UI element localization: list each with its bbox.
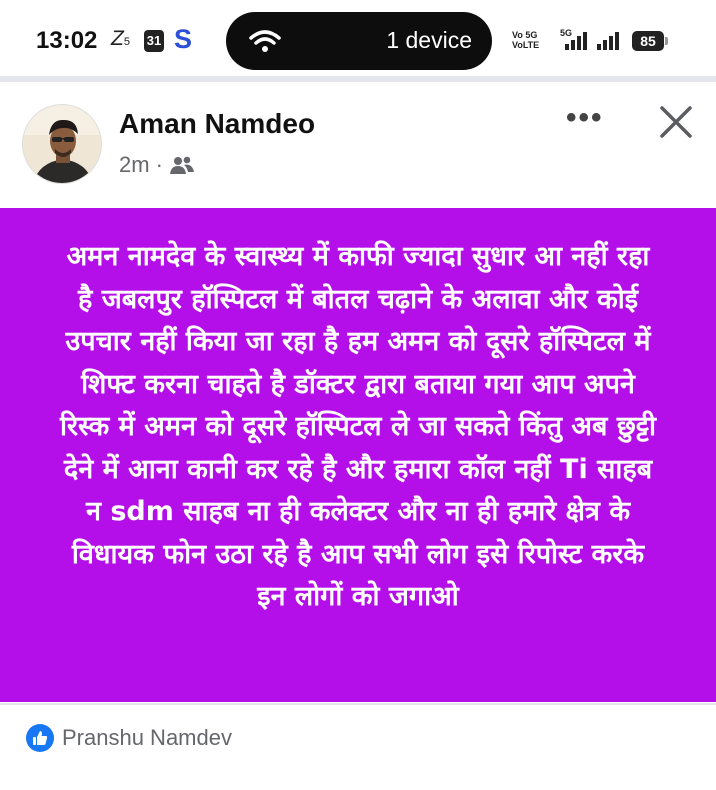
battery-icon: 85 xyxy=(632,31,664,51)
status-time: 13:02 xyxy=(36,27,98,54)
like-icon xyxy=(26,724,54,752)
reaction-user-name: Pranshu Namdev xyxy=(62,725,232,750)
post-divider xyxy=(0,703,716,705)
dynamic-island[interactable]: 1 device xyxy=(226,12,492,70)
reactions-summary[interactable]: Pranshu Namdev xyxy=(26,724,232,752)
battery-tip xyxy=(665,37,668,45)
post-meta: 2m · xyxy=(119,152,195,178)
friends-icon[interactable] xyxy=(169,155,195,175)
more-options-button[interactable]: ••• xyxy=(566,103,604,133)
author-name[interactable]: Aman Namdeo xyxy=(119,108,315,140)
avatar-photo xyxy=(23,105,101,183)
header-divider xyxy=(0,76,716,82)
z-app-icon: Z5 xyxy=(111,27,130,50)
device-count: 1 device xyxy=(386,27,472,53)
signal-icon-1 xyxy=(565,32,587,50)
hotspot-icon xyxy=(249,30,281,52)
calendar-icon: 31 xyxy=(144,30,164,52)
post-body-text: अमन नामदेव के स्वास्थ्य में काफी ज्यादा … xyxy=(59,241,656,612)
signal-icon-2 xyxy=(597,32,619,50)
status-bar: 13:02 Z5 31 S 1 device Vo 5G VoLTE 5G 85 xyxy=(0,0,716,80)
s-app-icon: S xyxy=(174,24,193,54)
author-avatar[interactable] xyxy=(22,104,102,184)
volte-indicator: Vo 5G VoLTE xyxy=(512,30,540,50)
post-timestamp[interactable]: 2m xyxy=(119,152,150,178)
meta-separator: · xyxy=(155,152,163,177)
close-icon[interactable] xyxy=(656,102,696,142)
